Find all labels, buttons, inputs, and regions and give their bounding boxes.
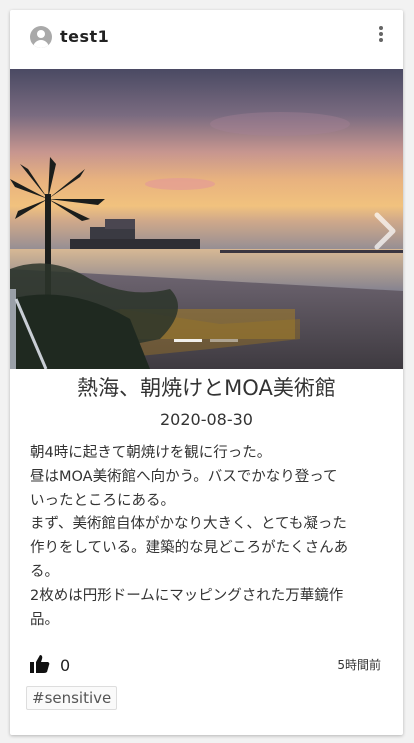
post-header: test1	[10, 10, 403, 68]
body-line: 朝4時に起きて朝焼けを観に行った。	[30, 445, 272, 461]
thumbs-up-icon	[30, 655, 50, 673]
user-avatar-icon[interactable]	[30, 26, 52, 48]
like-button[interactable]	[30, 654, 50, 676]
more-vertical-icon[interactable]	[373, 24, 389, 44]
body-line: 2枚めは円形ドームにマッピングされた万華鏡作	[30, 587, 344, 604]
post-title: 熱海、朝焼けとMOA美術館	[77, 376, 336, 400]
next-slide-button[interactable]	[369, 209, 399, 253]
body-line: 作りをしている。建築的な見どころがたくさんあ	[30, 540, 349, 557]
post-date: 2020-08-30	[160, 410, 253, 429]
tag-chip[interactable]: #sensitive	[26, 686, 118, 710]
body-line: いったところにある。	[30, 492, 175, 509]
username[interactable]: test1	[60, 27, 109, 46]
carousel-indicator-1[interactable]	[174, 339, 202, 342]
carousel-indicator-2[interactable]	[210, 339, 238, 342]
body-line: 品。	[30, 611, 59, 628]
body-line: 昼はMOA美術館へ向かう。バスでかなり登って	[30, 468, 338, 485]
chevron-right-icon	[374, 212, 396, 250]
post-card: test1 熱海、朝焼けとMOA美術館 2020-08-30 朝4時に起きて朝焼…	[10, 10, 403, 735]
post-time-ago: 5時間前	[337, 658, 381, 672]
body-line: まず、美術館自体がかなり大きく、とても凝った	[30, 516, 347, 533]
post-body: 朝4時に起きて朝焼けを観に行った。 昼はMOA美術館へ向かう。バスでかなり登って…	[30, 442, 385, 632]
like-count: 0	[60, 656, 71, 675]
body-line: る。	[30, 563, 59, 580]
sunrise-beach-photo	[10, 69, 403, 369]
photo-carousel[interactable]	[10, 69, 403, 369]
carousel-indicators	[174, 339, 244, 343]
